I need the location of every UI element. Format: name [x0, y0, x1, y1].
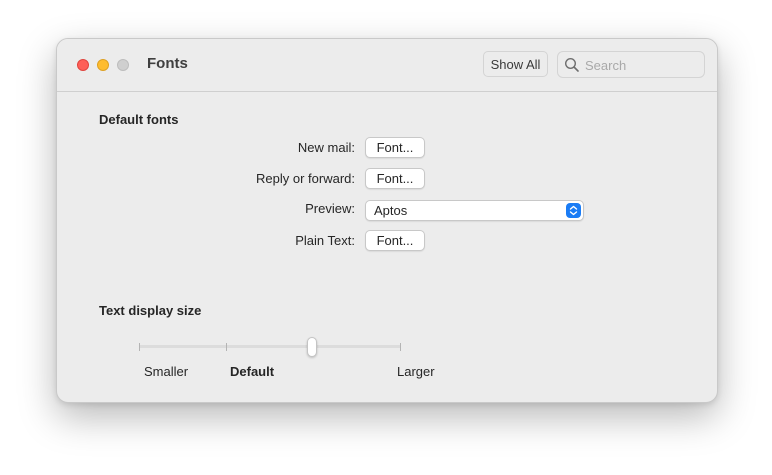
reply-forward-font-button[interactable]: Font... — [365, 168, 425, 189]
default-fonts-heading: Default fonts — [99, 112, 179, 127]
preview-font-value: Aptos — [374, 203, 408, 218]
text-size-slider-track[interactable] — [139, 345, 401, 348]
new-mail-font-button[interactable]: Font... — [365, 137, 425, 158]
new-mail-label: New mail: — [297, 140, 355, 155]
zoom-window-button[interactable] — [117, 59, 129, 71]
slider-tick — [400, 343, 401, 351]
larger-label: Larger — [397, 364, 435, 379]
close-window-button[interactable] — [77, 59, 89, 71]
minimize-window-button[interactable] — [97, 59, 109, 71]
search-field[interactable]: Search — [557, 51, 705, 78]
slider-tick — [226, 343, 227, 351]
default-label: Default — [230, 364, 275, 379]
preview-font-popup[interactable]: Aptos — [365, 200, 584, 221]
slider-tick — [139, 343, 140, 351]
title-bar: Fonts Show All Search — [57, 39, 717, 92]
plain-text-font-button[interactable]: Font... — [365, 230, 425, 251]
preview-label: Preview: — [305, 201, 355, 216]
show-all-button[interactable]: Show All — [483, 51, 548, 77]
search-placeholder: Search — [585, 58, 627, 73]
window-title: Fonts — [147, 55, 188, 72]
text-display-size-heading: Text display size — [99, 303, 202, 318]
reply-forward-label: Reply or forward: — [256, 171, 355, 186]
fonts-preferences-window: Fonts Show All Search Default fonts New … — [56, 38, 718, 403]
text-size-slider-thumb[interactable] — [307, 337, 317, 357]
smaller-label: Smaller — [144, 364, 189, 379]
plain-text-label: Plain Text: — [295, 233, 355, 248]
search-icon — [564, 57, 579, 72]
chevron-up-down-icon — [566, 203, 581, 218]
